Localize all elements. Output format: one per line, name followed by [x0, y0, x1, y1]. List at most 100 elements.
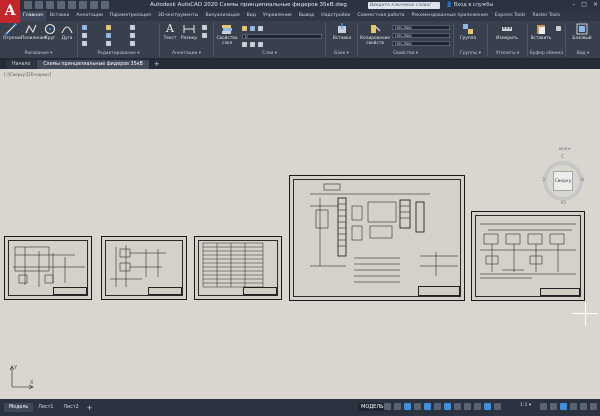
move-icon[interactable]: [82, 25, 87, 30]
copy-clip-icon[interactable]: [556, 26, 561, 31]
save-icon[interactable]: [46, 1, 54, 9]
file-tab-drawing[interactable]: Схемы принципиальные фидеров 35кВ: [37, 60, 149, 69]
arc-button[interactable]: Дуга: [59, 23, 75, 41]
open-file-icon[interactable]: [35, 1, 43, 9]
linetype-dropdown[interactable]: ПоСлою: [392, 33, 450, 38]
viewcube-south[interactable]: Ю: [561, 201, 566, 206]
model-space-toggle[interactable]: МОДЕЛЬ: [358, 403, 387, 411]
ortho-icon[interactable]: [404, 403, 411, 410]
layer-previous-icon[interactable]: [250, 42, 255, 47]
base-view-button[interactable]: Базовый: [570, 23, 594, 41]
search-input[interactable]: Введите ключевое слово/фразу: [368, 2, 440, 15]
undo-icon[interactable]: [79, 1, 87, 9]
dimension-button[interactable]: Размер: [180, 23, 198, 41]
ribbon-tab[interactable]: 3D-инструменты: [155, 11, 202, 21]
transparency-icon[interactable]: [464, 403, 471, 410]
viewport-controls[interactable]: [-][Сверху][2D-каркас]: [4, 72, 51, 77]
grid-icon[interactable]: [384, 403, 391, 410]
leader-icon[interactable]: [202, 25, 207, 30]
viewcube-east[interactable]: В: [581, 178, 584, 183]
viewcube[interactable]: Сверху С Ю З В: [541, 155, 585, 215]
plot-icon[interactable]: [68, 1, 76, 9]
fillet-icon[interactable]: [130, 33, 135, 38]
array-icon[interactable]: [130, 41, 135, 46]
layer-lock-icon[interactable]: [258, 26, 263, 31]
annotation-scale-dropdown[interactable]: 1:1 ▾: [520, 403, 531, 408]
minimize-button[interactable]: –: [572, 1, 575, 8]
ribbon-tab[interactable]: Express Tools: [492, 11, 529, 21]
annotation-scale-icon[interactable]: [494, 403, 501, 410]
text-icon: A: [166, 22, 174, 35]
layer-properties-button[interactable]: Свойства слоя: [216, 23, 238, 46]
layout-tab-sheet2[interactable]: Лист2: [58, 403, 83, 412]
group-button[interactable]: Группа: [458, 23, 478, 41]
save-as-icon[interactable]: [57, 1, 65, 9]
layer-dropdown[interactable]: 0: [242, 34, 322, 39]
customize-icon[interactable]: [590, 403, 597, 410]
sign-in-button[interactable]: 👤 Вход в службы: [446, 2, 493, 8]
trim-icon[interactable]: [130, 25, 135, 30]
circle-button[interactable]: Круг: [43, 23, 57, 41]
ribbon-tab[interactable]: Надстройки: [318, 11, 353, 21]
stretch-icon[interactable]: [82, 41, 87, 46]
fullscreen-icon[interactable]: [580, 403, 587, 410]
isolate-objects-icon[interactable]: [570, 403, 577, 410]
quick-properties-icon[interactable]: [560, 403, 567, 410]
match-properties-button[interactable]: Копирование свойств: [360, 23, 390, 46]
lineweight-icon[interactable]: [454, 403, 461, 410]
units-icon[interactable]: [550, 403, 557, 410]
ribbon-tab[interactable]: Управление: [260, 11, 295, 21]
layer-freeze-icon[interactable]: [250, 26, 255, 31]
scale-icon[interactable]: [106, 41, 111, 46]
ribbon-tab[interactable]: Визуализация: [202, 11, 242, 21]
new-file-icon[interactable]: [24, 1, 32, 9]
wcs-menu[interactable]: МСК ▾: [557, 147, 573, 151]
rotate-icon[interactable]: [106, 25, 111, 30]
viewcube-west[interactable]: З: [542, 178, 545, 183]
add-layout-button[interactable]: +: [84, 404, 96, 412]
isodraft-icon[interactable]: [424, 403, 431, 410]
paste-button[interactable]: Вставить: [530, 23, 552, 41]
object-track-icon[interactable]: [434, 403, 441, 410]
polar-icon[interactable]: [414, 403, 421, 410]
lineweight-dropdown[interactable]: ПоСлою: [392, 41, 450, 46]
ribbon-tab[interactable]: Рекомендованные приложения: [409, 11, 491, 21]
ribbon-tab[interactable]: Raster Tools: [530, 11, 564, 21]
polyline-button[interactable]: Полилиния: [21, 23, 46, 41]
measure-button[interactable]: Измерить: [492, 23, 522, 41]
text-button[interactable]: A Текст: [163, 22, 177, 42]
ribbon-tab[interactable]: Вывод: [296, 11, 317, 21]
table-icon[interactable]: [202, 33, 207, 38]
osnap-icon[interactable]: [444, 403, 451, 410]
insert-block-button[interactable]: Вставка: [331, 23, 353, 41]
layer-state-icon[interactable]: [242, 26, 247, 31]
ribbon-tab[interactable]: Параметризация: [107, 11, 154, 21]
ribbon-tab[interactable]: Вставка: [47, 11, 72, 21]
close-button[interactable]: ×: [593, 1, 598, 8]
ribbon-tab[interactable]: Совместная работа: [354, 11, 407, 21]
redo-icon[interactable]: [90, 1, 98, 9]
maximize-button[interactable]: □: [581, 1, 587, 8]
ribbon-tab[interactable]: Аннотации: [73, 11, 106, 21]
ribbon-tab[interactable]: Вид: [244, 11, 259, 21]
viewcube-north[interactable]: С: [561, 155, 564, 160]
layout-tab-sheet1[interactable]: Лист1: [33, 403, 58, 412]
app-menu-button[interactable]: A: [0, 0, 20, 23]
viewcube-top-face[interactable]: Сверху: [553, 171, 573, 191]
annotation-visibility-icon[interactable]: [484, 403, 491, 410]
layout-tab-model[interactable]: Модель: [4, 403, 34, 412]
file-tab-start[interactable]: Начало: [6, 60, 37, 69]
mirror-icon[interactable]: [106, 33, 111, 38]
snap-icon[interactable]: [394, 403, 401, 410]
selection-cycling-icon[interactable]: [474, 403, 481, 410]
line-button[interactable]: Отрезок: [3, 23, 22, 41]
layer-match-icon[interactable]: [242, 42, 247, 47]
workspace-icon[interactable]: [540, 403, 547, 410]
ribbon-tab[interactable]: Главная: [20, 11, 46, 21]
layer-iso-icon[interactable]: [258, 42, 263, 47]
copy-icon[interactable]: [82, 33, 87, 38]
share-icon[interactable]: [101, 1, 109, 9]
drawing-canvas[interactable]: [-][Сверху][2D-каркас] Сверху С Ю З В МС…: [0, 69, 600, 399]
color-dropdown[interactable]: ПоСлою: [392, 25, 450, 30]
new-tab-button[interactable]: +: [150, 60, 164, 69]
